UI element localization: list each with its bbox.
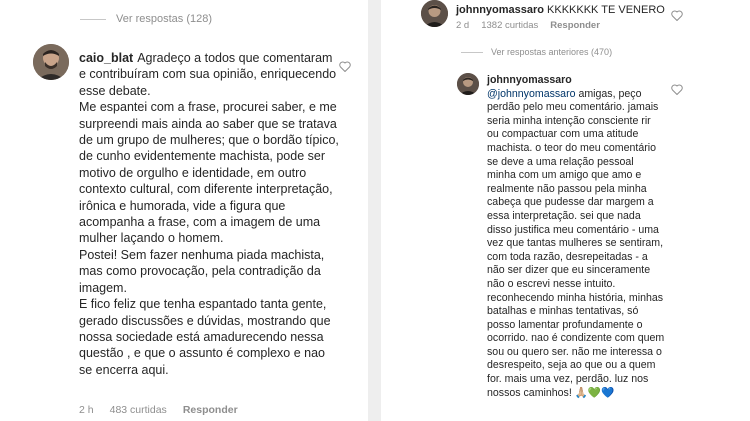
view-previous-replies-label: Ver respostas anteriores (470) xyxy=(491,47,613,57)
comment-paragraph: Me espantei com a frase, procurei saber,… xyxy=(79,100,339,246)
comment-time: 2 h xyxy=(79,404,94,416)
like-heart-icon[interactable] xyxy=(671,84,683,95)
reply-comment-body: johnnyomassaro @johnnyomassaro amigas, p… xyxy=(487,74,665,400)
comment-text: amigas, peço perdão pelo meu comentário.… xyxy=(487,87,665,399)
top-comment-meta: 2 d 1382 curtidas Responder xyxy=(456,20,600,31)
avatar[interactable] xyxy=(421,0,448,27)
avatar-caio-blat-icon xyxy=(33,44,69,80)
comment-username[interactable]: johnnyomassaro xyxy=(487,74,661,88)
comment-likes-count[interactable]: 1382 curtidas xyxy=(481,20,538,31)
right-screenshot-panel: johnnyomassaro KKKKKKK TE VENERO 2 d 1382… xyxy=(381,0,750,421)
mention-link[interactable]: @johnnyomassaro xyxy=(487,88,576,100)
comment-paragraph: E fico feliz que tenha espantado tanta g… xyxy=(79,297,331,377)
view-replies-label: Ver respostas (128) xyxy=(116,13,212,25)
view-replies-link[interactable]: Ver respostas (128) xyxy=(80,13,212,25)
reply-button[interactable]: Responder xyxy=(183,404,238,416)
reply-button[interactable]: Responder xyxy=(550,20,600,31)
replies-divider-line xyxy=(461,51,483,53)
comment-paragraph: Postei! Sem fazer nenhuma piada machista… xyxy=(79,247,325,295)
left-screenshot-panel: Ver respostas (128) caio_blat Agradeço a … xyxy=(0,0,368,421)
avatar[interactable] xyxy=(33,44,69,80)
like-heart-icon[interactable] xyxy=(671,10,683,21)
avatar[interactable] xyxy=(457,73,479,95)
comment-likes-count[interactable]: 483 curtidas xyxy=(110,404,167,416)
top-comment-body: johnnyomassaro KKKKKKK TE VENERO xyxy=(456,4,665,16)
comment-text: KKKKKKK TE VENERO xyxy=(547,4,665,16)
comment-username[interactable]: caio_blat xyxy=(79,51,133,65)
comment-body: caio_blat Agradeço a todos que comentaram… xyxy=(79,50,341,378)
view-previous-replies-link[interactable]: Ver respostas anteriores (470) xyxy=(461,47,612,57)
comment-time: 2 d xyxy=(456,20,470,31)
comment-username[interactable]: johnnyomassaro xyxy=(456,4,544,16)
avatar-johnnyomassaro-icon xyxy=(457,73,479,95)
like-heart-icon[interactable] xyxy=(339,61,351,72)
avatar-johnnyomassaro-icon xyxy=(421,0,448,27)
replies-divider-line xyxy=(80,18,106,20)
comment-meta: 2 h 483 curtidas Responder xyxy=(79,404,238,416)
